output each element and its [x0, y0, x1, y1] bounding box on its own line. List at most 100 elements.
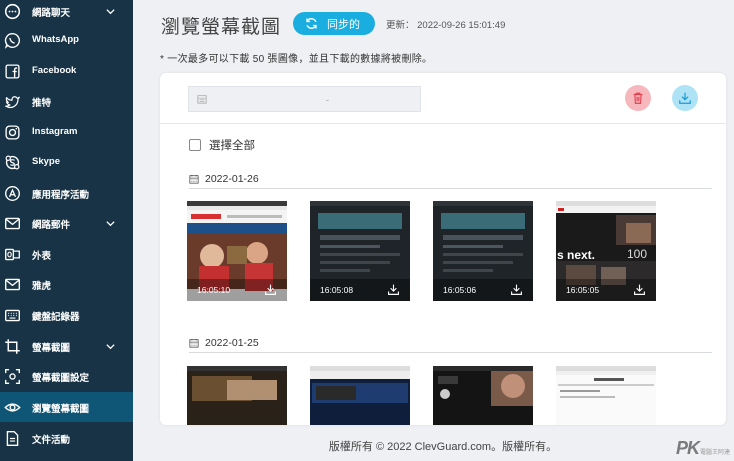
screenshot-image — [187, 366, 287, 425]
date-group-header: 2022-01-26 — [189, 173, 259, 185]
screenshot-thumbnail[interactable]: 16:05:06 — [433, 201, 533, 301]
sidebar-item-facebook[interactable]: Facebook — [0, 56, 133, 86]
screenshot-image — [556, 366, 656, 425]
calendar-icon — [197, 95, 207, 104]
sync-icon — [306, 18, 317, 29]
sidebar-item-label: Facebook — [32, 65, 77, 76]
outlook-icon — [4, 246, 21, 263]
download-icon[interactable] — [633, 283, 646, 296]
download-notice: * 一次最多可以下載 50 張圖像，並且下載的數據將被刪除。 — [160, 54, 433, 65]
sidebar-item-label: WhatsApp — [32, 34, 79, 45]
capture-time: 16:05:06 — [443, 285, 477, 295]
sidebar-item-file-activity[interactable]: 文件活動 — [0, 423, 133, 453]
sidebar-item-label: 應用程序活動 — [32, 190, 90, 201]
sidebar-item-label: 文件活動 — [32, 435, 71, 446]
sidebar-item-screenshots[interactable]: 螢幕截圖 — [0, 331, 133, 361]
sidebar-item-online-chat[interactable]: 網路聊天 — [0, 0, 133, 26]
chat-bubble-icon — [4, 3, 21, 20]
sync-button[interactable]: 同步的 — [293, 12, 375, 35]
screenshot-image — [310, 366, 410, 425]
date-group-header: 2022-01-25 — [189, 337, 259, 349]
file-icon — [4, 430, 21, 447]
sidebar-item-label: 雅虎 — [32, 281, 52, 292]
date-filter-input[interactable]: - — [188, 86, 421, 112]
screenshot-thumbnail[interactable] — [187, 366, 287, 425]
capture-time: 16:05:05 — [566, 285, 600, 295]
sidebar-item-web-mail[interactable]: 網路郵件 — [0, 208, 133, 238]
thumbnail-text: 100 — [627, 247, 648, 261]
screenshot-thumbnail[interactable] — [433, 366, 533, 425]
sidebar-item-browse-screenshots[interactable]: 瀏覽螢幕截圖 — [0, 392, 133, 422]
sidebar-item-skype[interactable]: Skype — [0, 147, 133, 177]
mail-icon — [4, 215, 21, 232]
download-icon[interactable] — [387, 283, 400, 296]
app-store-icon — [4, 185, 21, 202]
date-range-separator: - — [326, 95, 329, 105]
sidebar-item-twitter[interactable]: 推特 — [0, 86, 133, 116]
watermark-logo: PK電腦王阿達 — [676, 438, 730, 459]
toolbar-divider — [160, 123, 726, 124]
chevron-down-icon — [106, 344, 115, 350]
download-icon[interactable] — [264, 283, 277, 296]
screenshot-thumbnail[interactable]: 16:05:08 — [310, 201, 410, 301]
screenshot-thumbnail[interactable]: s next. 100 16:05:05 — [556, 201, 656, 301]
crop-icon — [4, 338, 21, 355]
delete-button[interactable] — [625, 85, 651, 111]
screenshots-panel: - 選擇全部 2022-01-26 16:05:10 16:05:08 16:0… — [160, 73, 726, 425]
screenshot-thumbnail[interactable] — [310, 366, 410, 425]
calendar-icon — [189, 338, 199, 348]
facebook-icon — [4, 63, 21, 80]
sidebar-item-label: Skype — [32, 156, 60, 167]
sidebar-item-outlook[interactable]: 外表 — [0, 239, 133, 269]
sidebar-item-label: 螢幕截圖 — [32, 343, 71, 354]
chevron-down-icon — [106, 9, 115, 15]
select-all-checkbox[interactable]: 選擇全部 — [189, 137, 255, 153]
sidebar-item-screenshot-settings[interactable]: 螢幕截圖設定 — [0, 361, 133, 391]
select-all-label: 選擇全部 — [209, 140, 255, 152]
sidebar-item-label: 鍵盤記錄器 — [32, 312, 80, 323]
trash-icon — [633, 92, 643, 104]
chevron-down-icon — [106, 221, 115, 227]
last-update-text: 更新： 2022-09-26 15:01:49 — [386, 20, 506, 31]
screenshot-settings-icon — [4, 368, 21, 385]
twitter-icon — [4, 93, 21, 110]
calendar-icon — [189, 174, 199, 184]
eye-icon — [4, 399, 21, 416]
checkbox[interactable] — [189, 139, 201, 151]
thumbnail-text: s next. — [557, 248, 596, 262]
sidebar-item-label: 外表 — [32, 251, 52, 262]
screenshot-thumbnail[interactable]: 16:05:10 — [187, 201, 287, 301]
capture-time: 16:05:10 — [197, 285, 231, 295]
keyboard-icon — [4, 307, 21, 324]
sidebar-item-app-activity[interactable]: 應用程序活動 — [0, 178, 133, 208]
date-divider — [189, 352, 712, 353]
footer-copyright: 版權所有 © 2022 ClevGuard.com。版權所有。 — [328, 441, 558, 453]
download-icon[interactable] — [510, 283, 523, 296]
skype-icon — [4, 154, 21, 171]
sidebar-item-label: 推特 — [32, 98, 52, 109]
download-all-button[interactable] — [672, 85, 698, 111]
instagram-icon — [4, 124, 21, 141]
sidebar-item-label: 網路聊天 — [32, 8, 71, 19]
date-label: 2022-01-25 — [205, 337, 259, 349]
envelope-icon — [4, 276, 21, 293]
sidebar-item-label: 瀏覽螢幕截圖 — [32, 404, 90, 415]
sync-label: 同步的 — [327, 18, 360, 31]
sidebar: 網路聊天 WhatsApp Facebook 推特 Instagram Skyp… — [0, 0, 133, 461]
sidebar-item-yahoo[interactable]: 雅虎 — [0, 269, 133, 299]
watermark-brand: PK — [676, 438, 700, 458]
capture-time: 16:05:08 — [320, 285, 354, 295]
sidebar-item-label: 網路郵件 — [32, 220, 71, 231]
sidebar-item-whatsapp[interactable]: WhatsApp — [0, 25, 133, 55]
whatsapp-icon — [4, 32, 21, 49]
sidebar-item-label: 螢幕截圖設定 — [32, 373, 90, 384]
sidebar-item-label: Instagram — [32, 126, 78, 137]
download-icon — [679, 92, 691, 104]
sidebar-item-instagram[interactable]: Instagram — [0, 117, 133, 147]
screenshot-image — [433, 366, 533, 425]
date-divider — [189, 188, 712, 189]
screenshot-thumbnail[interactable] — [556, 366, 656, 425]
date-label: 2022-01-26 — [205, 173, 259, 185]
sidebar-item-keylogger[interactable]: 鍵盤記錄器 — [0, 300, 133, 330]
page-title: 瀏覽螢幕截圖 — [161, 17, 282, 38]
